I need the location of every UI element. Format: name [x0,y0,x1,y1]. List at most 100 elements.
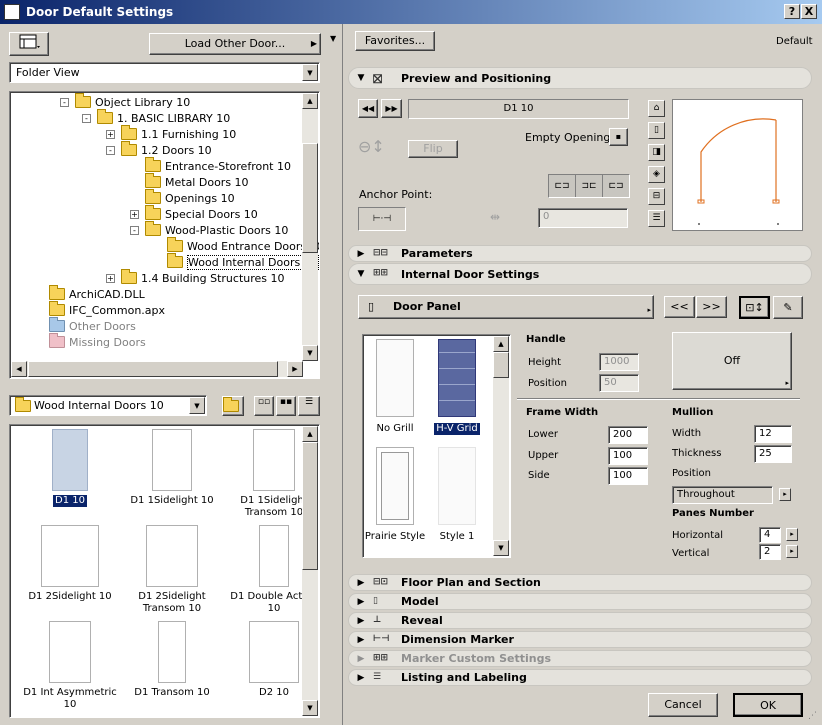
collapse-icon[interactable]: - [106,145,115,155]
style-picker[interactable]: No Grill H-V Grid Prairie Style Style 1 ▲ ▼ [362,334,511,558]
collapse-icon[interactable]: - [82,113,91,123]
tree-item[interactable]: + Special Doors 10 [130,205,258,222]
frame-lower-field[interactable]: 200 [608,426,648,444]
tree-item[interactable]: - Wood-Plastic Doors 10 [130,221,288,238]
side-view-button[interactable]: ◨ [648,144,665,161]
panes-vertical-arrow-icon[interactable]: ▸ [786,545,798,558]
panes-horizontal-arrow-icon[interactable]: ▸ [786,528,798,541]
handle-position-field[interactable]: 50 [599,374,639,392]
section-marker-custom-settings[interactable]: ▶ ⊞⊞ Marker Custom Settings [348,650,812,667]
collapse-arrow-icon[interactable]: ▼ [330,34,336,43]
tree-hscroll[interactable]: ◀ ▶ [11,361,303,377]
close-button[interactable]: X [801,4,817,19]
style-item[interactable]: Style 1 [425,447,489,543]
style-item[interactable]: No Grill [363,339,427,435]
offset-field[interactable]: 0 [538,208,628,228]
chevron-down-icon[interactable]: ▼ [302,64,318,81]
edit-button[interactable]: ✎ [773,296,803,319]
section-reveal[interactable]: ▶ ⊥ Reveal [348,612,812,629]
anchor-right-icon[interactable]: ⊏⊐ [603,175,629,197]
ok-button[interactable]: OK [733,693,803,717]
panes-horizontal-field[interactable]: 4 [759,527,781,543]
tree-item[interactable]: - 1. BASIC LIBRARY 10 [82,109,230,126]
section-dimension-marker[interactable]: ▶ ⊢⊣ Dimension Marker [348,631,812,648]
expand-icon[interactable]: + [106,273,115,283]
cancel-button[interactable]: Cancel [648,693,718,717]
section-floor-plan-and-section[interactable]: ▶ ⊟⊡ Floor Plan and Section [348,574,812,591]
scroll-down-icon[interactable]: ▼ [493,540,509,556]
size-toggle-button[interactable]: ⊡↕ [739,296,770,319]
frame-upper-field[interactable]: 100 [608,447,648,465]
anchor-placement-group[interactable]: ⊏⊐ ⊐⊏ ⊏⊐ [548,174,630,198]
folder-select[interactable]: Wood Internal Doors 10 ▼ [9,395,207,416]
tree-item[interactable]: IFC_Common.apx [49,301,165,318]
prev-page-button[interactable]: << [664,296,695,318]
section-preview[interactable]: ▼ ⛝ Preview and Positioning [348,67,812,89]
scroll-down-icon[interactable]: ▼ [302,700,318,716]
anchor-point-control[interactable]: ⊢·⊣ [358,207,406,231]
tree-item[interactable]: +1.4 Building Structures 10 [106,269,285,286]
object-grid[interactable]: D1 10 D1 1Sidelight 10 D1 1Sidelight Trans… [9,424,320,718]
handle-height-field[interactable]: 1000 [599,353,639,371]
style-vscroll[interactable]: ▲ ▼ [493,336,509,556]
empty-opening-toggle[interactable]: ▪ [609,128,628,146]
tree-vscroll[interactable]: ▲ ▼ [302,93,318,361]
scroll-thumb[interactable] [493,352,509,378]
tree-item[interactable]: Wood Entrance Doors 10 [167,237,319,254]
expand-icon[interactable]: + [106,129,115,139]
frame-side-field[interactable]: 100 [608,467,648,485]
mullion-position-select[interactable]: Throughout [672,486,773,504]
expand-icon[interactable]: + [130,209,139,219]
hscroll-thumb[interactable] [28,361,278,377]
load-other-door-button[interactable]: Load Other Door... ▶ [149,33,321,55]
scroll-thumb[interactable] [302,143,318,253]
chevron-down-icon[interactable]: ▼ [189,397,205,414]
tree-item[interactable]: Wood Internal Doors 10 [167,253,319,270]
next-object-button[interactable]: ▶▶ [381,99,402,118]
library-tree[interactable]: - Object Library 10-1. BASIC LIBRARY 10 +1… [9,91,320,379]
prev-object-button[interactable]: ◀◀ [358,99,378,118]
tree-item[interactable]: Entrance-Storefront 10 [145,157,291,174]
view-options-button[interactable] [9,32,49,56]
section-view-button[interactable]: ⊟ [648,188,665,205]
section-internal-door-settings[interactable]: ▼ ⊞⊞ Internal Door Settings [348,263,812,285]
collapse-icon[interactable]: - [60,97,69,107]
plan-view-button[interactable]: ⌂ [648,100,665,117]
style-item[interactable]: Prairie Style [363,447,427,543]
section-model[interactable]: ▶ ▯ Model [348,593,812,610]
tree-item[interactable]: Missing Doors [49,333,146,350]
door-panel-select[interactable]: ▯ Door Panel ▸ [358,295,654,319]
small-icons-button[interactable]: ▪▪ [276,396,296,416]
anchor-left-icon[interactable]: ⊏⊐ [549,175,576,197]
help-button[interactable]: ? [784,4,800,19]
tree-item[interactable]: - Object Library 10 [60,93,190,110]
panes-vertical-field[interactable]: 2 [759,544,781,560]
section-parameters[interactable]: ▶ ⊟⊟ Parameters [348,245,812,262]
mullion-width-field[interactable]: 12 [754,425,792,443]
object-item[interactable]: D1 10 [20,429,120,507]
scroll-up-icon[interactable]: ▲ [493,336,509,352]
scroll-thumb[interactable] [302,442,318,570]
elevation-view-button[interactable]: ▯ [648,122,665,139]
object-item[interactable]: D1 2Sidelight 10 [20,525,120,603]
object-item[interactable]: D1 2Sidelight Transom 10 [122,525,222,615]
tree-item[interactable]: ArchiCAD.DLL [49,285,145,302]
tree-item[interactable]: Metal Doors 10 [145,173,249,190]
object-item[interactable]: D1 1Sidelight 10 [122,429,222,507]
scroll-right-icon[interactable]: ▶ [287,361,303,377]
collapse-icon[interactable]: - [130,225,139,235]
object-item[interactable]: D1 Int Asymmetric 10 [20,621,120,711]
scroll-left-icon[interactable]: ◀ [11,361,27,377]
tree-item[interactable]: +1.1 Furnishing 10 [106,125,236,142]
3d-view-button[interactable]: ◈ [648,166,665,183]
object-item[interactable]: D1 Transom 10 [122,621,222,699]
mullion-position-arrow-icon[interactable]: ▸ [779,488,791,501]
list-button[interactable]: ☰ [298,396,320,416]
flip-button[interactable]: Flip [408,140,458,158]
handle-style-button[interactable]: Off ▸ [672,332,792,390]
tree-item[interactable]: Openings 10 [145,189,235,206]
scroll-down-icon[interactable]: ▼ [302,345,318,361]
section-listing-and-labeling[interactable]: ▶ ☰ Listing and Labeling [348,669,812,686]
resize-grip-icon[interactable]: ⋰ [808,711,817,721]
view-mode-select[interactable]: Folder View ▼ [9,62,320,83]
